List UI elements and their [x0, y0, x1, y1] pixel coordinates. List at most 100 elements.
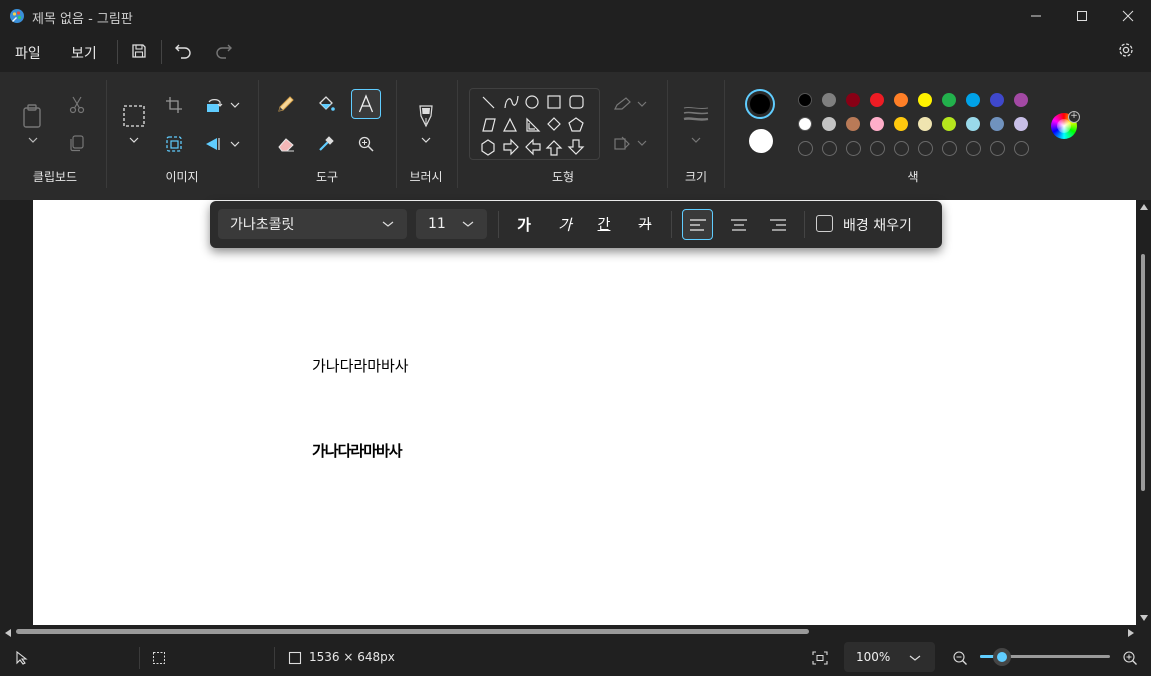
color-picker-icon[interactable]: [315, 133, 337, 155]
palette-swatch[interactable]: [918, 93, 932, 107]
align-left-icon[interactable]: [682, 209, 713, 240]
secondary-color-swatch[interactable]: [749, 129, 773, 153]
horizontal-scrollbar[interactable]: [0, 625, 1151, 639]
magnifier-icon[interactable]: [355, 133, 377, 155]
fit-to-window-icon[interactable]: [811, 649, 829, 667]
palette-swatch[interactable]: [894, 117, 908, 131]
resize-icon[interactable]: [163, 133, 185, 155]
select-rectangle-icon[interactable]: [121, 103, 147, 129]
palette-swatch[interactable]: [1014, 117, 1028, 131]
palette-swatch[interactable]: [846, 93, 860, 107]
text-tool-icon[interactable]: [351, 89, 381, 119]
palette-swatch[interactable]: [894, 93, 908, 107]
scroll-down-icon[interactable]: [1139, 614, 1148, 622]
clipboard-group-label: 클립보드: [32, 170, 78, 184]
copy-icon[interactable]: [66, 132, 88, 154]
custom-color-slot[interactable]: [990, 141, 1005, 156]
font-family-select[interactable]: 가나초콜릿: [218, 209, 407, 239]
scroll-right-icon[interactable]: [1127, 628, 1135, 637]
font-size-select[interactable]: 11: [416, 209, 487, 239]
zoom-in-icon[interactable]: [1121, 649, 1139, 667]
zoom-out-icon[interactable]: [951, 649, 969, 667]
file-menu[interactable]: 파일: [15, 43, 41, 63]
shapes-group-label: 도형: [551, 170, 575, 184]
pencil-icon[interactable]: [275, 93, 297, 115]
settings-gear-icon[interactable]: [1115, 39, 1137, 61]
custom-color-slot[interactable]: [894, 141, 909, 156]
cut-scissors-icon[interactable]: [66, 94, 88, 116]
fill-icon[interactable]: [612, 134, 634, 152]
size-chevron-down-icon[interactable]: [689, 134, 703, 146]
maximize-button[interactable]: [1059, 0, 1105, 32]
outline-chevron-down-icon[interactable]: [636, 99, 648, 109]
custom-color-slot[interactable]: [1014, 141, 1029, 156]
stroke-size-icon[interactable]: [682, 102, 710, 128]
minimize-button[interactable]: [1013, 0, 1059, 32]
custom-color-slot[interactable]: [846, 141, 861, 156]
align-right-icon[interactable]: [766, 213, 790, 237]
view-menu[interactable]: 보기: [71, 43, 97, 63]
zoom-select[interactable]: 100%: [844, 642, 935, 672]
custom-color-slot[interactable]: [966, 141, 981, 156]
save-icon[interactable]: [128, 40, 150, 62]
vertical-scroll-thumb[interactable]: [1141, 254, 1145, 491]
toolbar-separator: [671, 211, 672, 238]
custom-color-slot[interactable]: [942, 141, 957, 156]
underline-button[interactable]: 간: [592, 214, 616, 234]
zoom-slider-thumb[interactable]: [993, 648, 1012, 666]
palette-swatch[interactable]: [846, 117, 860, 131]
select-chevron-down-icon[interactable]: [127, 134, 141, 146]
horizontal-scroll-thumb[interactable]: [16, 629, 809, 634]
custom-color-slot[interactable]: [870, 141, 885, 156]
outline-icon[interactable]: [612, 95, 634, 113]
fill-bucket-icon[interactable]: [315, 93, 337, 115]
palette-swatch[interactable]: [918, 117, 932, 131]
brush-chevron-down-icon[interactable]: [419, 134, 433, 146]
close-button[interactable]: [1105, 0, 1151, 32]
flip-chevron-down-icon[interactable]: [229, 139, 241, 149]
italic-button[interactable]: 가: [553, 214, 577, 235]
flip-icon[interactable]: [203, 133, 225, 155]
paste-icon[interactable]: [20, 102, 44, 130]
primary-color-ring[interactable]: [745, 89, 775, 119]
canvas-text-regular[interactable]: 가나다라마바사: [312, 355, 409, 376]
eraser-icon[interactable]: [275, 133, 297, 155]
canvas-text-bold[interactable]: 가나다라마바사: [312, 440, 403, 461]
palette-swatch[interactable]: [870, 117, 884, 131]
status-separator: [139, 647, 140, 669]
status-separator: [274, 647, 275, 669]
palette-swatch[interactable]: [870, 93, 884, 107]
fill-background-checkbox[interactable]: [816, 215, 833, 232]
palette-swatch[interactable]: [966, 93, 980, 107]
zoom-slider[interactable]: [980, 648, 1110, 666]
palette-swatch[interactable]: [798, 117, 812, 131]
custom-color-slot[interactable]: [918, 141, 933, 156]
crop-icon[interactable]: [163, 94, 185, 116]
redo-icon[interactable]: [212, 40, 234, 62]
palette-swatch[interactable]: [990, 93, 1004, 107]
bold-button[interactable]: 가: [512, 214, 536, 235]
undo-icon[interactable]: [173, 40, 195, 62]
scroll-left-icon[interactable]: [4, 628, 12, 637]
palette-swatch[interactable]: [966, 117, 980, 131]
add-color-plus-icon[interactable]: +: [1068, 111, 1080, 123]
strikethrough-button[interactable]: 가: [633, 214, 657, 234]
paste-chevron-down-icon[interactable]: [26, 134, 40, 146]
custom-color-slot[interactable]: [822, 141, 837, 156]
palette-swatch[interactable]: [822, 117, 836, 131]
rotate-chevron-down-icon[interactable]: [229, 100, 241, 110]
palette-swatch[interactable]: [798, 93, 812, 107]
custom-color-slot[interactable]: [798, 141, 813, 156]
rotate-icon[interactable]: [203, 94, 225, 116]
palette-swatch[interactable]: [822, 93, 836, 107]
scroll-up-icon[interactable]: [1139, 203, 1148, 211]
palette-swatch[interactable]: [1014, 93, 1028, 107]
palette-swatch[interactable]: [942, 117, 956, 131]
brush-icon[interactable]: [414, 102, 438, 130]
palette-swatch[interactable]: [990, 117, 1004, 131]
align-center-icon[interactable]: [727, 213, 751, 237]
fill-chevron-down-icon[interactable]: [636, 138, 648, 148]
palette-swatch[interactable]: [942, 93, 956, 107]
drawing-canvas[interactable]: 가나다라마바사 가나다라마바사: [33, 200, 1136, 625]
vertical-scrollbar[interactable]: [1136, 200, 1151, 625]
